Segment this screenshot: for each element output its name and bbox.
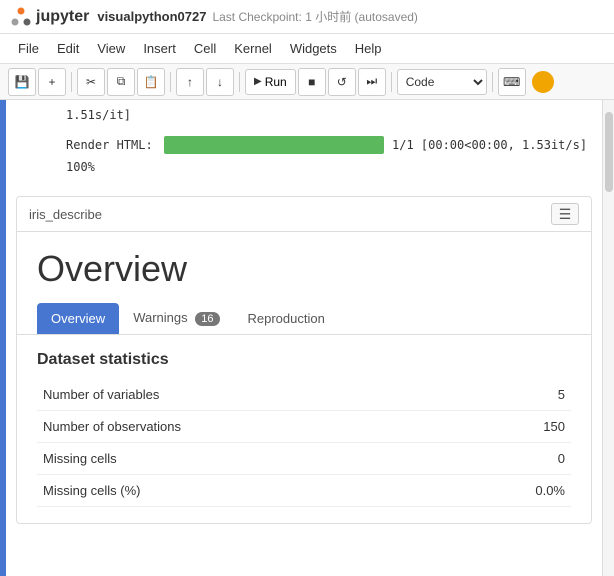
- widget-panel: iris_describe ☰ Overview Overview Warnin…: [16, 196, 592, 524]
- stat-label-1: Number of observations: [37, 411, 455, 443]
- top-bar: jupyter visualpython0727 Last Checkpoint…: [0, 0, 614, 34]
- toolbar-separator-5: [492, 72, 493, 92]
- run-button[interactable]: ▶ Run: [245, 69, 296, 95]
- keyboard-button[interactable]: ⌨: [498, 68, 526, 96]
- stat-label-2: Missing cells: [37, 443, 455, 475]
- stat-value-0: 5: [455, 379, 571, 411]
- jupyter-icon-svg: [10, 6, 32, 28]
- menu-cell[interactable]: Cell: [186, 38, 224, 59]
- fast-forward-button[interactable]: ⏭: [358, 68, 386, 96]
- restart-button[interactable]: ↺: [328, 68, 356, 96]
- render-percent: 100%: [66, 160, 592, 178]
- copy-button[interactable]: ⧉: [107, 68, 135, 96]
- run-label: Run: [265, 75, 287, 89]
- menu-widgets[interactable]: Widgets: [282, 38, 345, 59]
- tabs-row: Overview Warnings 16 Reproduction: [17, 302, 591, 335]
- stat-value-1: 150: [455, 411, 571, 443]
- tab-overview[interactable]: Overview: [37, 303, 119, 334]
- run-arrow-icon: ▶: [254, 76, 262, 87]
- scrollbar-thumb[interactable]: [605, 112, 613, 192]
- move-up-button[interactable]: ↑: [176, 68, 204, 96]
- toolbar-separator-2: [170, 72, 171, 92]
- cell-type-select[interactable]: Code Markdown Raw NBConvert: [397, 69, 487, 95]
- notebook-area: 1.51s/it] Render HTML: 1/1 [00:00<00:00,…: [0, 100, 614, 576]
- stats-section: Dataset statistics Number of variables 5…: [17, 335, 591, 523]
- notebook-title: visualpython0727: [97, 9, 206, 24]
- table-row: Missing cells (%) 0.0%: [37, 475, 571, 507]
- jupyter-logo-text: jupyter: [36, 8, 89, 26]
- stat-label-0: Number of variables: [37, 379, 455, 411]
- widget-toggle-icon: ☰: [559, 206, 572, 223]
- paste-button[interactable]: 📋: [137, 68, 165, 96]
- menu-help[interactable]: Help: [347, 38, 390, 59]
- widget-header: iris_describe ☰: [17, 197, 591, 232]
- jupyter-logo: jupyter: [10, 6, 89, 28]
- output-area-1: 1.51s/it]: [6, 100, 602, 130]
- scrollbar-track[interactable]: [602, 100, 614, 576]
- menu-file[interactable]: File: [10, 38, 47, 59]
- widget-title: iris_describe: [29, 207, 102, 222]
- tab-warnings-label: Warnings: [133, 310, 187, 325]
- render-stats: 1/1 [00:00<00:00, 1.53it/s]: [392, 138, 587, 152]
- menu-edit[interactable]: Edit: [49, 38, 87, 59]
- add-cell-button[interactable]: +: [38, 68, 66, 96]
- save-button[interactable]: 💾: [8, 68, 36, 96]
- render-label: Render HTML:: [66, 138, 156, 152]
- toolbar-separator-3: [239, 72, 240, 92]
- menu-kernel[interactable]: Kernel: [226, 38, 280, 59]
- stat-value-3: 0.0%: [455, 475, 571, 507]
- menu-view[interactable]: View: [89, 38, 133, 59]
- toolbar-separator-4: [391, 72, 392, 92]
- output-area-2: Render HTML: 1/1 [00:00<00:00, 1.53it/s]…: [6, 136, 602, 186]
- cell-content[interactable]: 1.51s/it] Render HTML: 1/1 [00:00<00:00,…: [6, 100, 602, 576]
- stats-title: Dataset statistics: [37, 351, 571, 369]
- tab-warnings[interactable]: Warnings 16: [119, 302, 233, 334]
- widget-toggle-button[interactable]: ☰: [551, 203, 579, 225]
- stat-label-3: Missing cells (%): [37, 475, 455, 507]
- overview-heading: Overview: [17, 232, 591, 302]
- toolbar: 💾 + ✂ ⧉ 📋 ↑ ↓ ▶ Run ■ ↺ ⏭ Code Markdown …: [0, 64, 614, 100]
- stat-value-2: 0: [455, 443, 571, 475]
- progress-bar-fill: [164, 136, 384, 154]
- progress-row: Render HTML: 1/1 [00:00<00:00, 1.53it/s]: [66, 136, 592, 154]
- tab-warnings-badge: 16: [195, 312, 219, 326]
- output-line1: 1.51s/it]: [66, 108, 592, 122]
- table-row: Number of variables 5: [37, 379, 571, 411]
- progress-bar-container: [164, 136, 384, 154]
- interrupt-button[interactable]: ■: [298, 68, 326, 96]
- menu-bar: File Edit View Insert Cell Kernel Widget…: [0, 34, 614, 64]
- tab-overview-label: Overview: [51, 311, 105, 326]
- tab-reproduction[interactable]: Reproduction: [234, 303, 339, 334]
- table-row: Missing cells 0: [37, 443, 571, 475]
- extension-button[interactable]: [532, 71, 554, 93]
- menu-insert[interactable]: Insert: [135, 38, 184, 59]
- table-row: Number of observations 150: [37, 411, 571, 443]
- stats-table: Number of variables 5 Number of observat…: [37, 379, 571, 507]
- move-down-button[interactable]: ↓: [206, 68, 234, 96]
- checkpoint-info: Last Checkpoint: 1 小时前 (autosaved): [212, 8, 417, 25]
- toolbar-separator-1: [71, 72, 72, 92]
- tab-reproduction-label: Reproduction: [248, 311, 325, 326]
- cut-button[interactable]: ✂: [77, 68, 105, 96]
